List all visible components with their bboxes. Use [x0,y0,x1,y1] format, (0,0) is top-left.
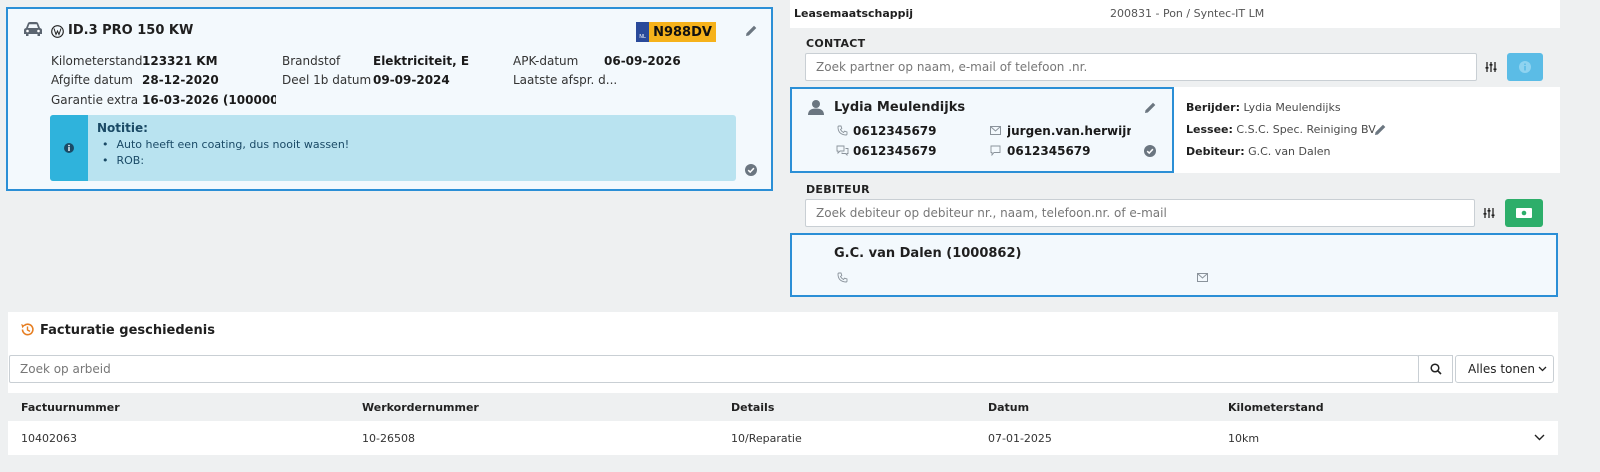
contact-email[interactable]: jurgen.van.herwijnen... [1007,124,1131,138]
car-icon [23,21,43,37]
plate-number: N988DV [649,22,716,42]
debtor-search-input[interactable]: Zoek debiteur op debiteur nr., naam, tel… [805,199,1475,227]
money-icon [1516,208,1532,218]
edit-contact-icon[interactable] [1144,101,1157,114]
column-header-details[interactable]: Details [731,401,774,414]
lease-value: 200831 - Pon / Syntec-IT LM [1110,7,1265,20]
cell-kilometerstand: 10km [1228,432,1260,445]
check-circle-icon[interactable] [1144,145,1156,157]
billing-search-button[interactable] [1418,355,1453,383]
field-value-brandstof: Elektriciteit, E [373,54,470,68]
chat-icon [990,145,1001,156]
sms-icon [836,145,849,156]
phone-icon [837,125,848,136]
vehicle-card: ID.3 PRO 150 KW NL N988DV Kilometerstand… [6,7,773,191]
column-header-werkordernummer[interactable]: Werkordernummer [362,401,479,414]
email-icon [990,126,1001,135]
billing-title: Facturatie geschiedenis [40,323,215,338]
expand-row-chevron-icon[interactable] [1534,434,1545,441]
contact-card: Lydia Meulendijks 0612345679 jurgen.van.… [790,87,1174,173]
note-bar [50,115,88,181]
field-label-brandstof: Brandstof [282,54,341,68]
chevron-down-icon [1538,366,1547,372]
license-plate: NL N988DV [636,22,716,42]
contact-chat[interactable]: 0612345679 [1007,144,1091,158]
edit-vehicle-icon[interactable] [745,24,758,37]
field-label-garantie-extra: Garantie extra [51,93,139,107]
column-header-kilometerstand[interactable]: Kilometerstand [1228,401,1324,414]
field-label-deel-1b-datum: Deel 1b datum [282,73,372,87]
edit-lessee-icon[interactable] [1374,123,1387,136]
email-icon [1197,273,1208,282]
cell-datum: 07-01-2025 [988,432,1052,445]
role-lessee: Lessee: C.S.C. Spec. Reiniging BV [1186,123,1376,136]
role-berijder: Berijder: Lydia Meulendijks [1186,101,1341,114]
debtor-filter-icon[interactable] [1483,207,1495,219]
person-icon [808,99,824,115]
debtor-search-placeholder: Zoek debiteur op debiteur nr., naam, tel… [816,206,1167,220]
vehicle-model: ID.3 PRO 150 KW [68,23,194,38]
field-label-kilometerstand: Kilometerstand [51,54,143,68]
contact-search-placeholder: Zoek partner op naam, e-mail of telefoon… [816,60,1088,74]
note-box: Notitie: • Auto heeft een coating, dus no… [50,115,736,181]
cell-factuurnummer: 10402063 [21,432,77,445]
billing-filter-select[interactable]: Alles tonen [1455,355,1554,383]
check-circle-icon[interactable] [745,164,757,176]
contact-roles: Berijder: Lydia Meulendijks Lessee: C.S.… [1174,87,1560,173]
note-item: • Auto heeft een coating, dus nooit wasse… [102,138,350,151]
debtor-card: G.C. van Dalen (1000862) [790,233,1558,297]
history-icon [20,322,35,337]
info-icon [1519,61,1531,73]
lease-row: Leasemaatschappij 200831 - Pon / Syntec-… [790,0,1560,28]
field-value-garantie-extra: 16-03-2026 (100000 k... [142,93,276,107]
note-title: Notitie: [97,121,148,135]
contact-filter-icon[interactable] [1485,61,1497,73]
lease-label: Leasemaatschappij [794,7,914,20]
info-icon [64,143,74,153]
contact-search-input[interactable]: Zoek partner op naam, e-mail of telefoon… [805,53,1477,81]
debtor-name: G.C. van Dalen (1000862) [834,246,1022,261]
contact-phone[interactable]: 0612345679 [853,124,937,138]
contact-section-title: CONTACT [806,37,866,50]
contact-add-button[interactable] [1507,53,1543,81]
field-value-kilometerstand: 123321 KM [142,54,218,68]
field-label-afgifte-datum: Afgifte datum [51,73,133,87]
debtor-section-title: DEBITEUR [806,183,870,196]
note-item: • ROB: [102,154,145,167]
billing-table-header: Factuurnummer Werkordernummer Details Da… [8,393,1558,421]
search-icon [1429,363,1442,375]
contact-name: Lydia Meulendijks [834,100,966,115]
field-label-laatste-afspraak: Laatste afspr. d... [513,73,618,87]
cell-werkordernummer: 10-26508 [362,432,415,445]
role-debiteur: Debiteur: G.C. van Dalen [1186,145,1331,158]
field-value-deel-1b-datum: 09-09-2024 [373,73,450,87]
billing-panel: Facturatie geschiedenis Zoek op arbeid A… [8,312,1558,455]
column-header-datum[interactable]: Datum [988,401,1029,414]
plate-eu-strip: NL [636,22,649,42]
field-value-apk-datum: 06-09-2026 [604,54,681,68]
column-header-factuurnummer[interactable]: Factuurnummer [21,401,120,414]
cell-details: 10/Reparatie [731,432,802,445]
billing-search-input[interactable]: Zoek op arbeid [9,355,1419,383]
field-label-apk-datum: APK-datum [513,54,579,68]
table-row[interactable]: 10402063 10-26508 10/Reparatie 07-01-202… [8,422,1558,455]
phone-icon [837,272,848,283]
billing-search-placeholder: Zoek op arbeid [20,362,111,376]
debtor-money-button[interactable] [1505,199,1543,227]
billing-filter-value: Alles tonen [1468,362,1535,376]
field-value-afgifte-datum: 28-12-2020 [142,73,219,87]
contact-sms[interactable]: 0612345679 [853,144,937,158]
vw-logo-icon [51,25,64,38]
